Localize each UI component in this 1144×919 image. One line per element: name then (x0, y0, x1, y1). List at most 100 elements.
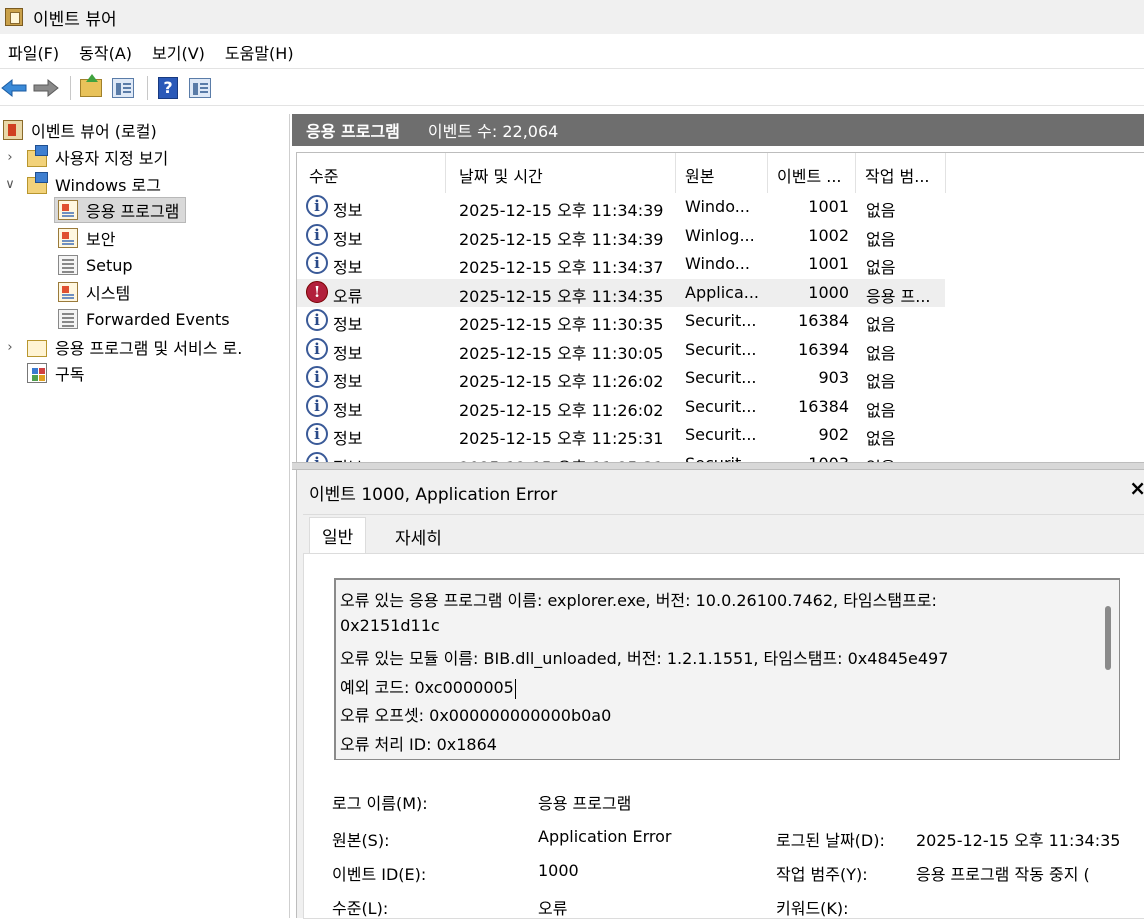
event-row[interactable]: i 정보 2025-12-15 오후 11:25:31 Securit... 902 없음 (297, 421, 945, 449)
event-list[interactable]: 수준 날짜 및 시간 원본 이벤트 ... 작업 범... i 정보 2025-12… (296, 152, 1144, 462)
event-message-box[interactable]: 오류 있는 응용 프로그램 이름: explorer.exe, 버전: 10.0… (334, 578, 1120, 760)
tab-label: 일반 (322, 528, 354, 548)
action-pane-icon (189, 77, 211, 98)
cell-datetime: 2025-12-15 오후 11:34:39 (459, 229, 664, 249)
column-divider[interactable] (675, 153, 676, 193)
cell-event-id: 16384 (798, 396, 849, 416)
event-row[interactable]: i 정보 2025-12-15 오후 11:30:35 Securit... 16384… (297, 307, 945, 335)
cell-datetime: 2025-12-15 오후 11:30:35 (459, 315, 664, 334)
tree-item-apps-services[interactable]: › 응용 프로그램 및 서비스 로. (3, 334, 242, 360)
menu-action[interactable]: 동작(A) (71, 40, 144, 64)
detail-title: 이벤트 1000, Application Error (309, 485, 558, 505)
cell-level: 정보 (333, 315, 363, 334)
forward-button[interactable] (32, 74, 60, 102)
info-icon: i (306, 423, 328, 445)
event-list-header: 수준 날짜 및 시간 원본 이벤트 ... 작업 범... (297, 153, 1144, 193)
back-button[interactable] (0, 74, 28, 102)
column-divider[interactable] (945, 153, 946, 193)
column-header-task[interactable]: 작업 범... (865, 163, 930, 187)
level-value: 오류 (538, 899, 568, 918)
cell-source: Windo... (685, 197, 750, 216)
pane-splitter[interactable] (292, 462, 1144, 470)
menu-help[interactable]: 도움말(H) (217, 40, 306, 64)
show-hide-tree-button[interactable] (109, 74, 137, 102)
column-divider[interactable] (767, 153, 768, 193)
event-row[interactable]: i 정보 2025-12-15 오후 11:25:31 Securit... 1003 없… (297, 450, 945, 463)
back-arrow-icon (1, 78, 27, 97)
cell-level: 정보 (333, 454, 362, 463)
cell-source: Securit... (685, 454, 757, 463)
event-row[interactable]: i 정보 2025-12-15 오후 11:34:39 Windo... 1001 없음 (297, 193, 945, 221)
source-value: Application Error (538, 827, 672, 846)
show-hide-action-pane-button[interactable] (186, 74, 214, 102)
tree-item-subscriptions[interactable]: 구독 (27, 360, 84, 386)
info-icon: i (306, 337, 328, 360)
cell-datetime: 2025-12-15 오후 11:25:31 (459, 429, 664, 448)
cell-source: Securit... (685, 396, 757, 416)
tab-general[interactable]: 일반 (309, 517, 367, 553)
chevron-right-icon[interactable]: › (3, 340, 17, 355)
event-detail-pane: 이벤트 1000, Application Error × 일반 자세히 오류 … (296, 470, 1144, 919)
cell-datetime: 2025-12-15 오후 11:25:31 (459, 454, 663, 463)
column-header-event-id[interactable]: 이벤트 ... (777, 163, 842, 187)
title-bar: 이벤트 뷰어 (0, 0, 1144, 34)
cell-source: Securit... (685, 368, 757, 387)
event-row[interactable]: i 정보 2025-12-15 오후 11:26:02 Securit... 903 없음 (297, 364, 945, 392)
cell-source: Winlog... (685, 225, 755, 245)
tree-item-label: 구독 (55, 365, 85, 384)
cell-source: Applica... (685, 282, 760, 302)
up-folder-button[interactable] (77, 73, 105, 102)
tree-item-windows-logs[interactable]: ∨ Windows 로그 (3, 171, 161, 197)
cell-source: Securit... (685, 425, 757, 444)
cell-event-id: 16384 (798, 311, 849, 330)
tree-item-label: 시스템 (86, 284, 131, 303)
event-row[interactable]: i 정보 2025-12-15 오후 11:34:37 Windo... 1001 없음 (297, 250, 945, 278)
tree-item-label: Setup (86, 255, 133, 275)
cell-level: 정보 (333, 429, 363, 448)
tree-item-system[interactable]: 시스템 (58, 279, 130, 305)
column-divider[interactable] (445, 153, 446, 193)
general-tab-body: 오류 있는 응용 프로그램 이름: explorer.exe, 버전: 10.0… (303, 553, 1144, 919)
cell-level: 정보 (333, 343, 363, 363)
task-category-value: 응용 프로그램 작동 중지 ( (916, 865, 1090, 884)
column-header-source[interactable]: 원본 (685, 163, 714, 187)
message-text: 예외 코드: 0xc0000005 (340, 678, 514, 697)
info-icon: i (306, 195, 328, 217)
event-row[interactable]: i 정보 2025-12-15 오후 11:30:05 Securit... 16394… (297, 336, 945, 364)
event-count: 이벤트 수: 22,064 (427, 122, 559, 141)
tree-item-security[interactable]: 보안 (58, 225, 115, 251)
tree-item-setup[interactable]: Setup (58, 252, 133, 278)
help-button[interactable]: ? (154, 74, 182, 102)
column-header-datetime[interactable]: 날짜 및 시간 (459, 163, 543, 187)
menu-file[interactable]: 파일(F) (0, 40, 71, 64)
event-row[interactable]: i 정보 2025-12-15 오후 11:34:39 Winlog... 1002 없음 (297, 222, 945, 250)
log-icon (58, 228, 78, 248)
cell-task: 없음 (866, 201, 896, 220)
chevron-right-icon[interactable]: › (3, 150, 17, 165)
column-header-level[interactable]: 수준 (309, 163, 338, 187)
pane-header: 응용 프로그램 이벤트 수: 22,064 (292, 114, 1144, 146)
info-icon: i (306, 223, 328, 246)
message-line: 예외 코드: 0xc0000005 (340, 674, 516, 699)
tab-details[interactable]: 자세히 (383, 519, 454, 553)
cell-datetime: 2025-12-15 오후 11:34:37 (459, 258, 664, 277)
log-icon (58, 200, 78, 220)
tree-item-forwarded-events[interactable]: Forwarded Events (58, 306, 230, 332)
tree-item-label: 사용자 지정 보기 (55, 149, 169, 168)
tree-item-custom-views[interactable]: › 사용자 지정 보기 (3, 144, 168, 170)
window-title: 이벤트 뷰어 (33, 9, 117, 30)
detail-tabs: 일반 자세히 오류 있는 응용 프로그램 이름: explorer.exe, 버… (303, 514, 1144, 919)
scrollbar-thumb[interactable] (1105, 606, 1111, 670)
task-category-label: 작업 범주(Y): (776, 865, 868, 884)
info-icon: i (306, 451, 328, 462)
tree-item-application[interactable]: 응용 프로그램 (54, 197, 187, 223)
column-divider[interactable] (855, 153, 856, 193)
event-row[interactable]: i 정보 2025-12-15 오후 11:26:02 Securit... 16384… (297, 393, 945, 421)
cell-event-id: 902 (818, 425, 849, 444)
event-row[interactable]: ! 오류 2025-12-15 오후 11:34:35 Applica... 1000 응… (297, 278, 945, 307)
cell-event-id: 1001 (808, 197, 849, 216)
menu-view[interactable]: 보기(V) (144, 40, 217, 64)
chevron-down-icon[interactable]: ∨ (3, 177, 17, 192)
tree-item-root[interactable]: 이벤트 뷰어 (로컬) (3, 117, 157, 143)
close-icon[interactable]: × (1129, 476, 1144, 500)
